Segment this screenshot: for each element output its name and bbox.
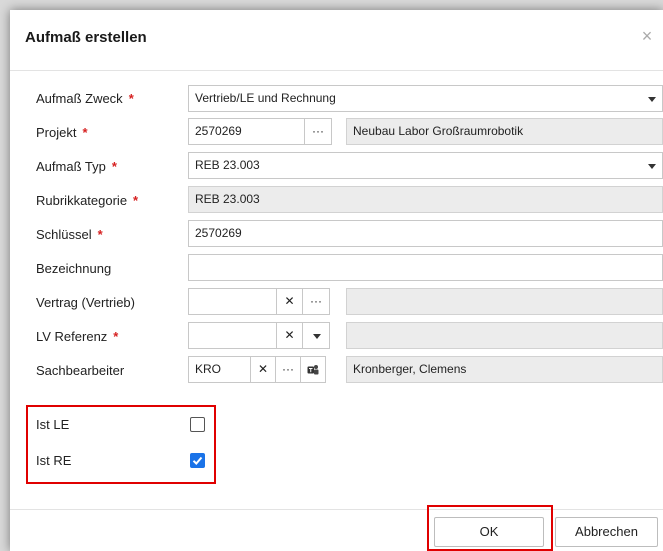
required-marker: * [82, 125, 88, 140]
category-label: Rubrikkategorie * [36, 193, 139, 208]
is-re-checkbox[interactable] [190, 453, 205, 468]
ok-button[interactable]: OK [434, 517, 544, 547]
dialog-title: Aufmaß erstellen [25, 29, 147, 46]
project-number-input[interactable]: 2570269 [188, 118, 305, 145]
chevron-down-icon [648, 97, 656, 102]
chevron-down-icon [648, 164, 656, 169]
checkmark-icon [192, 456, 203, 465]
lv-reference-name-field [346, 322, 663, 349]
description-label: Bezeichnung [36, 261, 112, 276]
clear-icon[interactable]: ✕ [276, 288, 303, 315]
is-le-label: Ist LE [36, 417, 70, 432]
cancel-button[interactable]: Abbrechen [555, 517, 658, 547]
purpose-select[interactable]: Vertrieb/LE und Rechnung [188, 85, 663, 112]
create-measurement-dialog: Aufmaß erstellen × Aufmaß Zweck * Vertrie… [10, 10, 663, 551]
footer-divider [10, 509, 663, 510]
required-marker: * [113, 329, 119, 344]
clear-icon[interactable]: ✕ [250, 356, 276, 383]
key-label: Schlüssel * [36, 227, 103, 242]
clear-icon[interactable]: ✕ [276, 322, 303, 349]
project-name-field: Neubau Labor Großraumrobotik [346, 118, 663, 145]
type-select[interactable]: REB 23.003 [188, 152, 663, 179]
clerk-name-field: Kronberger, Clemens [346, 356, 663, 383]
teams-icon[interactable] [300, 356, 326, 383]
contract-label: Vertrag (Vertrieb) [36, 295, 135, 310]
is-re-label: Ist RE [36, 453, 72, 468]
clerk-label: Sachbearbeiter [36, 363, 125, 378]
lv-reference-label: LV Referenz * [36, 329, 119, 344]
lv-reference-input[interactable] [188, 322, 277, 349]
teams-icon-glyph [307, 365, 319, 375]
required-marker: * [111, 159, 117, 174]
clerk-lookup-button[interactable]: ··· [275, 356, 301, 383]
purpose-label: Aufmaß Zweck * [36, 91, 134, 106]
contract-name-field [346, 288, 663, 315]
dialog-header: Aufmaß erstellen × [10, 10, 663, 71]
required-marker: * [128, 91, 134, 106]
contract-lookup-button[interactable]: ··· [302, 288, 330, 315]
required-marker: * [133, 193, 139, 208]
project-label: Projekt * [36, 125, 88, 140]
chevron-down-icon [313, 334, 321, 339]
type-label: Aufmaß Typ * [36, 159, 117, 174]
description-input[interactable] [188, 254, 663, 281]
clerk-code-input[interactable]: KRO [188, 356, 251, 383]
required-marker: * [97, 227, 103, 242]
project-lookup-button[interactable]: ··· [304, 118, 332, 145]
key-input[interactable]: 2570269 [188, 220, 663, 247]
category-field: REB 23.003 [188, 186, 663, 213]
close-icon[interactable]: × [637, 26, 657, 46]
lv-reference-dropdown-button[interactable] [302, 322, 330, 349]
contract-input[interactable] [188, 288, 277, 315]
is-le-checkbox[interactable] [190, 417, 205, 432]
